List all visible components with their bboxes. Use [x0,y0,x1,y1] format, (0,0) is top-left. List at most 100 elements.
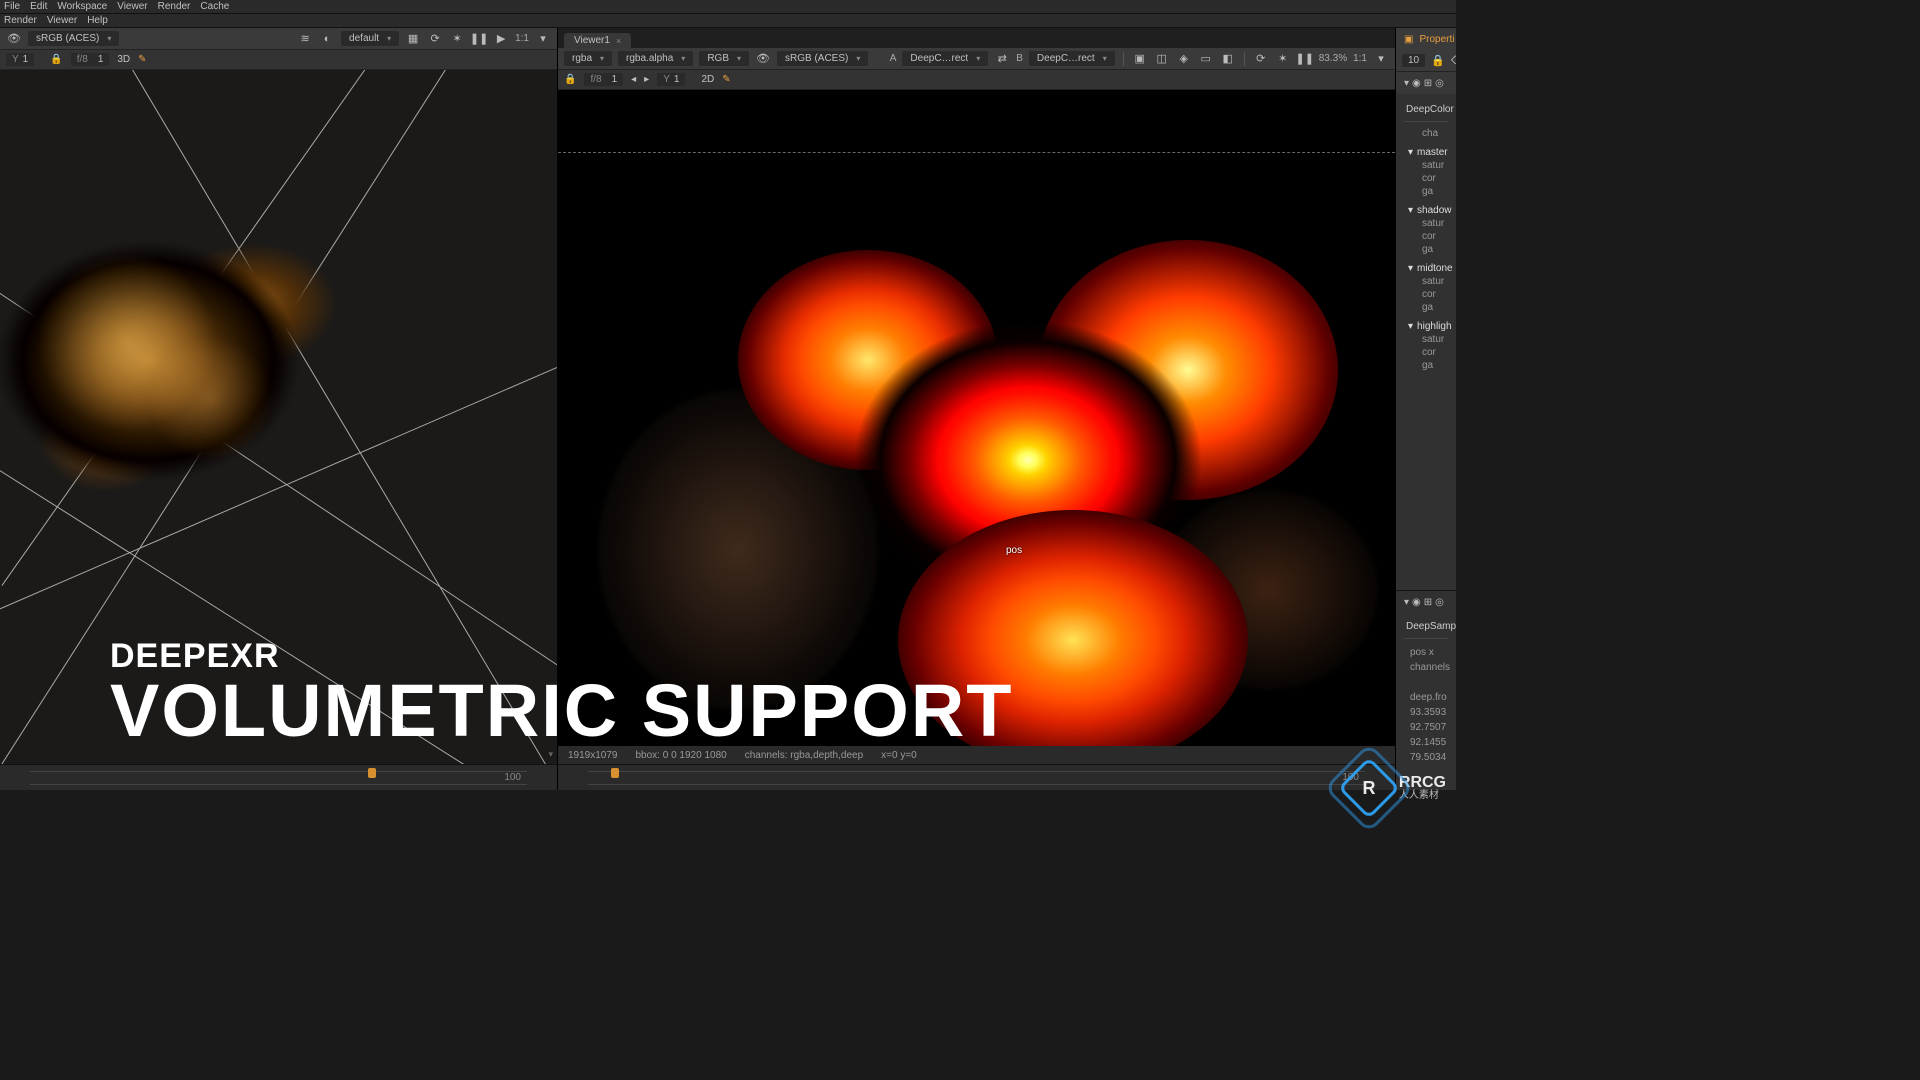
view-mode-3d[interactable]: 3D [117,54,130,65]
center-icon[interactable]: ⊞ [1424,78,1432,89]
volumetric-point-cloud [0,190,400,570]
chevron-down-icon[interactable]: ▾ [535,31,551,47]
viewport-3d[interactable]: ▾ [0,70,557,764]
swap-icon[interactable]: ⇄ [994,51,1010,67]
y-axis-field[interactable]: Y 1 [6,53,34,66]
properties-tab[interactable]: ▣ Properti [1396,28,1456,50]
toggle-icon[interactable]: ◉ [1412,78,1421,89]
channel-rgb[interactable]: RGB [699,51,749,66]
eye-icon[interactable]: 👁 [6,31,22,47]
roi-icon[interactable]: ▣ [1132,51,1148,67]
lock-icon[interactable]: 🔒 [564,74,576,85]
pause-icon[interactable]: ❚❚ [471,31,487,47]
playhead-left[interactable] [368,768,376,778]
clear-icon[interactable]: ⌫ [1451,53,1456,69]
lock-icon[interactable]: 🔒 [1431,53,1445,69]
menu-render[interactable]: Render [158,1,191,12]
triangle-down-icon[interactable]: ▾ [1404,78,1409,89]
zoom-label[interactable]: 1:1 [515,33,529,44]
chevron-down-icon[interactable]: ▾ [1373,51,1389,67]
prop-section-midtone[interactable]: ▾midtone satur cor ga [1404,263,1448,313]
triangle-down-icon[interactable]: ▾ [1408,205,1413,216]
tab-viewer1[interactable]: Viewer1 × [564,33,631,48]
proxy-icon[interactable]: ◈ [1176,51,1192,67]
channel-alpha[interactable]: rgba.alpha [618,51,693,66]
a-input-node[interactable]: DeepC…rect [902,51,988,66]
sample-value-3: 79.5034 [1410,750,1448,765]
menu-workspace[interactable]: Workspace [57,1,107,12]
prop-section-highlight[interactable]: ▾highligh satur cor ga [1404,321,1448,371]
channel-rgba[interactable]: rgba [564,51,612,66]
wipe-icon[interactable]: ◧ [1220,51,1236,67]
step-back-icon[interactable]: ◂ [631,74,636,85]
sample-value-2: 92.1455 [1410,735,1448,750]
status-channels: channels: rgba,depth,deep [745,750,863,761]
panel-properties: ▣ Properti 10 🔒 ⌫ ⤢ ▾ ◉ ⊞ ◎ DeepColor ch… [1396,28,1456,790]
playhead-mid[interactable] [611,768,619,778]
close-icon[interactable]: × [616,36,621,46]
settings-icon[interactable]: ✶ [449,31,465,47]
prop-section-master[interactable]: ▾master satur cor ga [1404,147,1448,197]
viewer-tabs: Viewer1 × [558,28,1395,48]
pause-icon[interactable]: ❚❚ [1297,51,1313,67]
menu-bar[interactable]: File Edit Workspace Viewer Render Cache [0,0,1456,14]
node-title: DeepColor [1404,100,1448,122]
prop-channels: cha [1404,128,1448,139]
fstop-field[interactable]: f/8 1 [71,53,110,66]
node-header-deepsample[interactable]: ▾ ◉ ⊞ ◎ [1404,597,1448,613]
prop-section-shadow[interactable]: ▾shadow satur cor ga [1404,205,1448,255]
timeline-mid[interactable]: 100 [558,764,1395,790]
zoom-ratio[interactable]: 1:1 [1353,53,1367,64]
triangle-down-icon[interactable]: ▾ [1408,263,1413,274]
mask-icon[interactable]: ◎ [1435,597,1444,613]
viewport-2d[interactable]: pos [558,90,1395,746]
display-default[interactable]: default [341,31,399,46]
pencil-icon[interactable]: ✎ [138,54,146,65]
timeline-left[interactable]: 100 [0,764,557,790]
menu-edit[interactable]: Edit [30,1,47,12]
menu-bar-secondary[interactable]: Render Viewer Help [0,14,1456,28]
center-icon[interactable]: ⊞ [1424,597,1432,613]
play-icon[interactable]: ▶ [493,31,509,47]
mid-toolbar2: 🔒 f/8 1 ◂ ▸ Y 1 2D ✎ [558,70,1395,90]
mask-icon[interactable]: ◎ [1435,78,1444,89]
y-axis-field-mid[interactable]: Y 1 [657,73,685,86]
overlay-icon[interactable]: ▭ [1198,51,1214,67]
menu2-viewer[interactable]: Viewer [47,15,77,26]
zoom-pct[interactable]: 83.3% [1319,53,1347,64]
b-input-node[interactable]: DeepC…rect [1029,51,1115,66]
triangle-down-icon[interactable]: ▾ [1408,147,1413,158]
properties-count[interactable]: 10 [1402,54,1425,67]
colorspace-dropdown[interactable]: sRGB (ACES) [28,31,119,46]
menu2-render[interactable]: Render [4,15,37,26]
timeline-end-mid: 100 [1342,772,1359,783]
triangle-down-icon[interactable]: ▾ [1404,597,1409,613]
toggle-icon[interactable]: ◉ [1412,597,1421,613]
wireframe-icon[interactable]: ≋ [297,31,313,47]
menu-cache[interactable]: Cache [200,1,229,12]
settings-icon[interactable]: ✶ [1275,51,1291,67]
menu-viewer[interactable]: Viewer [117,1,147,12]
a-input-label: A [890,53,897,64]
resize-handle-icon[interactable]: ▾ [548,749,553,760]
status-resolution: 1919x1079 [568,750,618,761]
step-fwd-icon[interactable]: ▸ [644,74,649,85]
clip-icon[interactable]: ◫ [1154,51,1170,67]
lock-icon[interactable]: 🔒 [50,54,62,65]
colorspace-dropdown-mid[interactable]: sRGB (ACES) [777,51,868,66]
view-mode-2d[interactable]: 2D [701,74,714,85]
grid-icon[interactable]: ▦ [405,31,421,47]
refresh-icon[interactable]: ⟳ [1253,51,1269,67]
refresh-icon[interactable]: ⟳ [427,31,443,47]
fstop-field-mid[interactable]: f/8 1 [584,73,623,86]
node-header-deepcolor[interactable]: ▾ ◉ ⊞ ◎ [1396,72,1456,94]
properties-body: DeepColor cha ▾master satur cor ga ▾shad… [1396,94,1456,590]
pencil-icon[interactable]: ✎ [722,74,730,85]
status-xy: x=0 y=0 [881,750,917,761]
menu2-help[interactable]: Help [87,15,108,26]
b-input-label: B [1016,53,1023,64]
eye-icon[interactable]: 👁 [755,51,771,67]
triangle-down-icon[interactable]: ▾ [1408,321,1413,332]
menu-file[interactable]: File [4,1,20,12]
shaded-icon[interactable]: ◐ [319,31,335,47]
